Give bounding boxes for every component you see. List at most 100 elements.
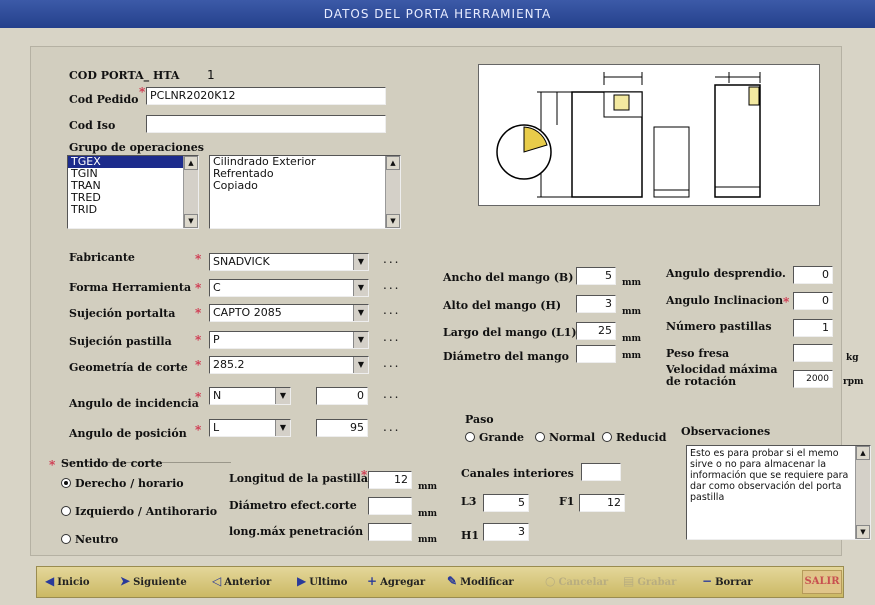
forma-select[interactable]: C ▼ — [209, 279, 369, 297]
penetracion-field[interactable] — [368, 523, 412, 541]
geometria-select[interactable]: 285.2 ▼ — [209, 356, 369, 374]
angulo-posicion-select[interactable]: L ▼ — [209, 419, 291, 437]
radio-icon[interactable] — [61, 506, 71, 516]
canales-field[interactable] — [581, 463, 621, 481]
inicio-button[interactable]: ◀ Inicio — [45, 574, 90, 588]
angulo-incidencia-number[interactable]: 0 — [316, 387, 368, 405]
angulo-inclinacion-label: Angulo Inclinacion — [666, 294, 784, 307]
forma-more[interactable]: ... — [383, 278, 400, 292]
agregar-label: Agregar — [380, 577, 426, 588]
geometria-label: Geometría de corte — [69, 361, 188, 374]
tool-holder-diagram — [478, 64, 820, 206]
angulo-incidencia-more[interactable]: ... — [383, 387, 400, 401]
cancelar-button[interactable]: ○ Cancelar — [545, 574, 608, 588]
required-mark: * — [195, 423, 202, 437]
siguiente-button[interactable]: ➤ Siguiente — [120, 574, 187, 588]
angulo-desprendido-field[interactable]: 0 — [793, 266, 833, 284]
operation-descriptions-list[interactable]: Cilindrado Exterior Refrentado Copiado ▲… — [209, 155, 401, 229]
chevron-down-icon[interactable]: ▼ — [353, 332, 368, 348]
diametro-corte-unit: mm — [418, 509, 438, 519]
geometria-more[interactable]: ... — [383, 356, 400, 370]
sentido-corte-label: Sentido de corte — [61, 457, 163, 470]
scrollbar[interactable]: ▲ ▼ — [855, 446, 870, 539]
siguiente-label: Siguiente — [133, 577, 187, 588]
grabar-button[interactable]: ▤ Grabar — [623, 574, 676, 588]
scroll-down-icon[interactable]: ▼ — [184, 214, 198, 228]
angulo-posicion-label: Angulo de posición — [69, 427, 187, 440]
radio-icon[interactable] — [535, 432, 545, 442]
modificar-button[interactable]: ✎ Modificar — [447, 574, 514, 588]
ultimo-button[interactable]: ▶ Ultimo — [297, 574, 347, 588]
sujecion-pastilla-select[interactable]: P ▼ — [209, 331, 369, 349]
angulo-incidencia-select[interactable]: N ▼ — [209, 387, 291, 405]
h1-field[interactable]: 3 — [483, 523, 529, 541]
radio-icon[interactable] — [61, 534, 71, 544]
operation-codes-list[interactable]: TGEX TGIN TRAN TRED TRID ▲ ▼ — [67, 155, 199, 229]
scroll-up-icon[interactable]: ▲ — [856, 446, 870, 460]
paso-radio-grande[interactable]: Grande — [465, 431, 524, 444]
f1-field[interactable]: 12 — [579, 494, 625, 512]
l3-field[interactable]: 5 — [483, 494, 529, 512]
agregar-button[interactable]: + Agregar — [367, 574, 425, 588]
ultimo-label: Ultimo — [309, 577, 348, 588]
sentido-radio-neutro[interactable]: Neutro — [61, 533, 118, 546]
borrar-label: Borrar — [715, 577, 753, 588]
radio-icon[interactable] — [61, 478, 71, 488]
numero-pastillas-field[interactable]: 1 — [793, 319, 833, 337]
paso-radio-reducido[interactable]: Reducid — [602, 431, 666, 444]
observaciones-textarea[interactable]: Esto es para probar si el memo sirve o n… — [686, 445, 871, 540]
velocidad-field[interactable]: 2000 — [793, 370, 833, 388]
h1-label: H1 — [461, 529, 480, 542]
fabricante-more[interactable]: ... — [383, 252, 400, 266]
arrow-right-icon: ▶ — [297, 574, 307, 588]
salir-button[interactable]: SALIR — [802, 570, 842, 594]
radio-icon[interactable] — [465, 432, 475, 442]
list-item[interactable]: Copiado — [210, 180, 400, 192]
scrollbar[interactable]: ▲ ▼ — [183, 156, 198, 228]
cod-pedido-field[interactable]: PCLNR2020K12 — [146, 87, 386, 105]
diametro-mango-field[interactable] — [576, 345, 616, 363]
chevron-down-icon[interactable]: ▼ — [275, 388, 290, 404]
anterior-button[interactable]: ◁ Anterior — [212, 574, 271, 588]
largo-mango-field[interactable]: 25 — [576, 322, 616, 340]
scrollbar[interactable]: ▲ ▼ — [385, 156, 400, 228]
longitud-pastilla-field[interactable]: 12 — [368, 471, 412, 489]
ancho-mango-field[interactable]: 5 — [576, 267, 616, 285]
fabricante-value: SNADVICK — [213, 255, 270, 268]
f1-label: F1 — [559, 495, 575, 508]
angulo-posicion-more[interactable]: ... — [383, 420, 400, 434]
list-item[interactable]: TRID — [68, 204, 198, 216]
cod-pedido-label: Cod Pedido — [69, 93, 139, 106]
chevron-down-icon[interactable]: ▼ — [275, 420, 290, 436]
required-mark: * — [195, 306, 202, 320]
ancho-unit: mm — [622, 278, 642, 288]
required-mark: * — [361, 468, 368, 482]
chevron-down-icon[interactable]: ▼ — [353, 254, 368, 270]
chevron-down-icon[interactable]: ▼ — [353, 357, 368, 373]
chevron-down-icon[interactable]: ▼ — [353, 305, 368, 321]
diametro-corte-field[interactable] — [368, 497, 412, 515]
cancel-icon: ○ — [545, 574, 556, 588]
required-mark: * — [195, 281, 202, 295]
sujecion-pastilla-more[interactable]: ... — [383, 330, 400, 344]
scroll-down-icon[interactable]: ▼ — [386, 214, 400, 228]
cod-iso-field[interactable] — [146, 115, 386, 133]
scroll-up-icon[interactable]: ▲ — [184, 156, 198, 170]
radio-icon[interactable] — [602, 432, 612, 442]
edit-icon: ✎ — [447, 574, 458, 588]
alto-mango-field[interactable]: 3 — [576, 295, 616, 313]
peso-fresa-field[interactable] — [793, 344, 833, 362]
canales-label: Canales interiores — [461, 467, 574, 480]
scroll-down-icon[interactable]: ▼ — [856, 525, 870, 539]
sentido-radio-derecho[interactable]: Derecho / horario — [61, 477, 184, 490]
sujecion-portalta-select[interactable]: CAPTO 2085 ▼ — [209, 304, 369, 322]
sentido-radio-izquierdo[interactable]: Izquierdo / Antihorario — [61, 505, 217, 518]
angulo-inclinacion-field[interactable]: 0 — [793, 292, 833, 310]
scroll-up-icon[interactable]: ▲ — [386, 156, 400, 170]
angulo-posicion-number[interactable]: 95 — [316, 419, 368, 437]
fabricante-select[interactable]: SNADVICK ▼ — [209, 253, 369, 271]
paso-radio-normal[interactable]: Normal — [535, 431, 595, 444]
borrar-button[interactable]: − Borrar — [702, 574, 752, 588]
sujecion-portalta-more[interactable]: ... — [383, 303, 400, 317]
chevron-down-icon[interactable]: ▼ — [353, 280, 368, 296]
